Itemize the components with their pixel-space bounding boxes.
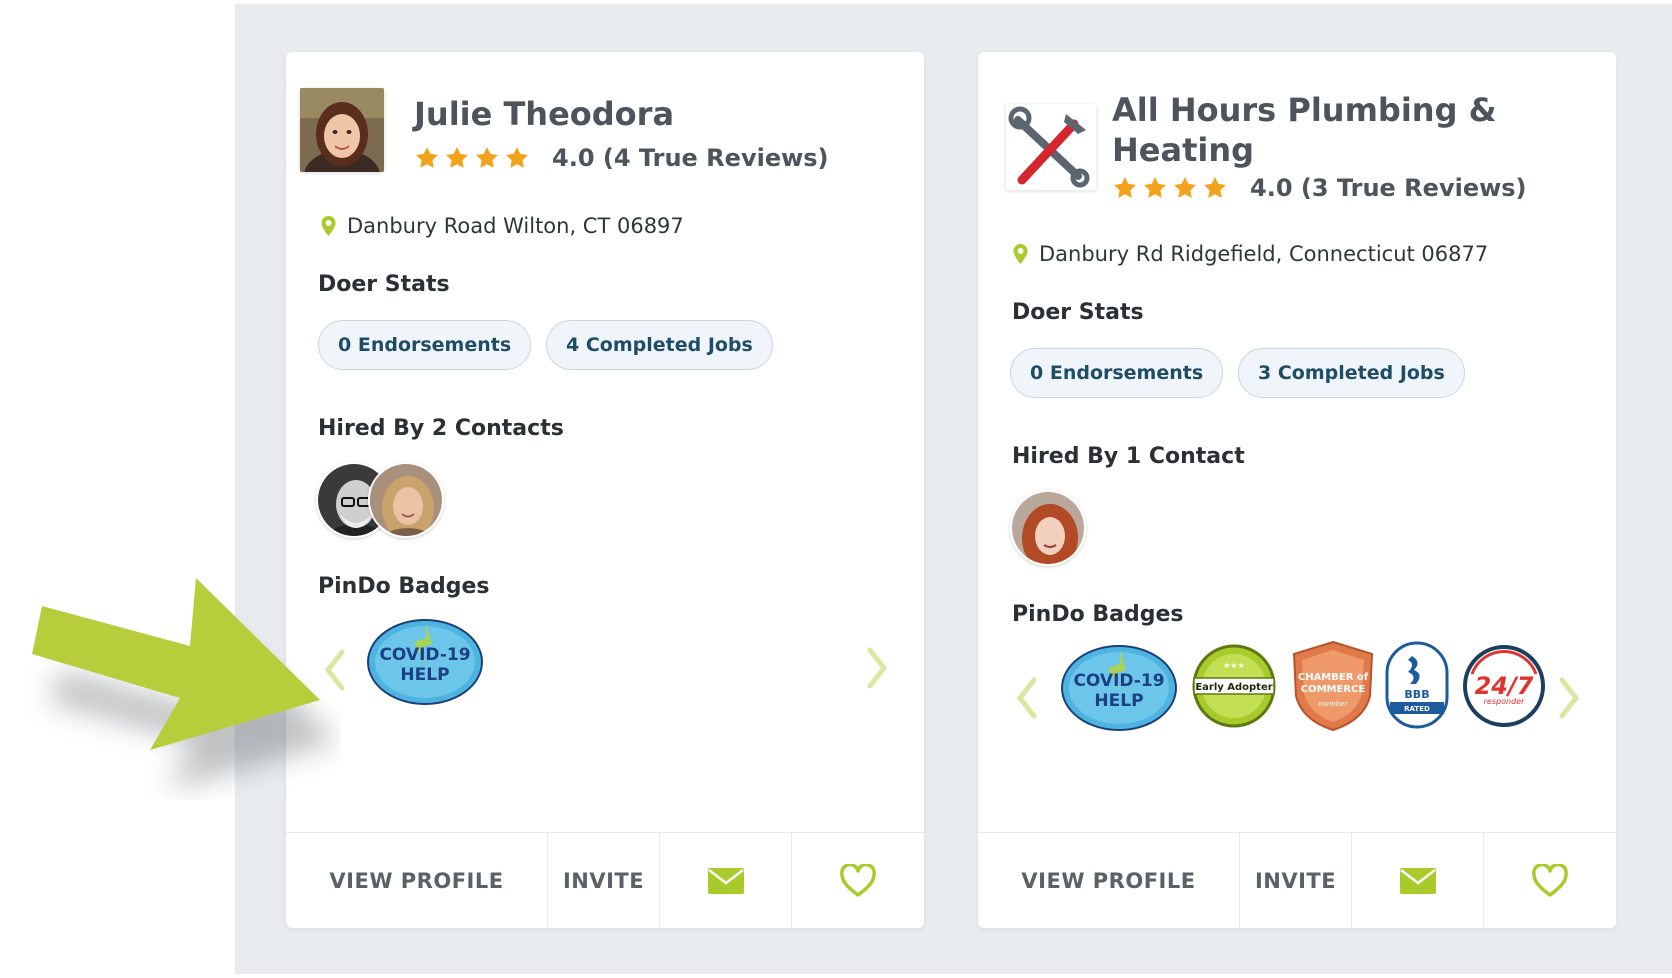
favorite-button[interactable] [1484, 833, 1616, 928]
invite-button[interactable]: INVITE [548, 833, 660, 928]
person-photo-icon [300, 88, 384, 172]
chevron-left-icon[interactable] [1014, 676, 1040, 720]
chevron-right-icon[interactable] [1556, 676, 1582, 720]
svg-text:BBB: BBB [1404, 688, 1429, 701]
envelope-icon [1399, 867, 1436, 894]
svg-text:★★★: ★★★ [1223, 661, 1245, 670]
doer-name-line2[interactable]: Heating [1112, 130, 1254, 170]
view-profile-button[interactable]: VIEW PROFILE [286, 833, 548, 928]
svg-text:COVID-19: COVID-19 [379, 645, 470, 665]
heart-icon [840, 863, 876, 897]
star-rating [414, 145, 530, 171]
endorsements-pill[interactable]: 0 Endorsements [1010, 348, 1224, 398]
heart-icon [1532, 863, 1568, 897]
rating-text[interactable]: 4.0 (3 True Reviews) [1250, 174, 1527, 202]
contact-avatar[interactable] [1010, 490, 1086, 566]
badges-title: PinDo Badges [318, 574, 490, 599]
view-profile-button[interactable]: VIEW PROFILE [978, 833, 1240, 928]
hired-by-title: Hired By 1 Contact [1012, 444, 1245, 469]
svg-text:COMMERCE: COMMERCE [1301, 684, 1366, 695]
rating-text[interactable]: 4.0 (4 True Reviews) [552, 144, 829, 172]
doer-card-all-hours: All Hours Plumbing & Heating 4.0 (3 True… [978, 52, 1616, 928]
doer-avatar[interactable] [300, 88, 384, 172]
svg-text:Early Adopter: Early Adopter [1195, 682, 1272, 693]
star-icon [416, 146, 438, 168]
message-button[interactable] [660, 833, 792, 928]
person-photo-icon [370, 464, 442, 536]
location-text: Danbury Road Wilton, CT 06897 [347, 214, 684, 238]
endorsements-pill[interactable]: 0 Endorsements [318, 320, 532, 370]
star-icon [1114, 176, 1136, 198]
svg-text:HELP: HELP [1094, 691, 1143, 711]
svg-text:responder: responder [1484, 697, 1525, 706]
map-pin-icon [1013, 244, 1028, 264]
map-pin-icon [321, 216, 336, 236]
chamber-of-commerce-badge-icon[interactable]: CHAMBER of COMMERCE member [1290, 640, 1376, 732]
doer-name-line1[interactable]: All Hours Plumbing & [1112, 90, 1497, 130]
star-icon [506, 146, 528, 168]
svg-text:CHAMBER of: CHAMBER of [1298, 672, 1369, 683]
location: Danbury Road Wilton, CT 06897 [320, 214, 684, 238]
envelope-icon [707, 867, 744, 894]
favorite-button[interactable] [792, 833, 924, 928]
message-button[interactable] [1352, 833, 1484, 928]
hired-by-title: Hired By 2 Contacts [318, 416, 564, 441]
wrench-logo-icon [1006, 104, 1096, 190]
badges-title: PinDo Badges [1012, 602, 1184, 627]
screenshot-stage: Julie Theodora 4.0 (4 True Reviews) Danb… [0, 0, 1672, 978]
svg-text:COVID-19: COVID-19 [1073, 671, 1164, 691]
card-footer: VIEW PROFILE INVITE [978, 832, 1616, 928]
rating-row: 4.0 (3 True Reviews) [1112, 174, 1527, 202]
annotation-arrow-icon [32, 578, 338, 790]
svg-text:HELP: HELP [400, 665, 449, 685]
covid-19-help-badge-icon[interactable]: COVID-19 HELP [1060, 644, 1178, 732]
rating-row: 4.0 (4 True Reviews) [414, 144, 829, 172]
contact-avatar[interactable] [368, 462, 444, 538]
svg-text:24/7: 24/7 [1475, 672, 1534, 700]
location-text: Danbury Rd Ridgefield, Connecticut 06877 [1039, 242, 1489, 266]
completed-jobs-pill[interactable]: 3 Completed Jobs [1238, 348, 1465, 398]
business-logo[interactable] [1006, 104, 1096, 190]
star-rating [1112, 175, 1228, 201]
24-7-responder-badge-icon[interactable]: 24/7 responder [1462, 644, 1546, 728]
bbb-rated-badge-icon[interactable]: BBB RATED [1384, 640, 1450, 730]
covid-19-help-badge-icon[interactable]: COVID-19 HELP [366, 618, 484, 706]
doer-name[interactable]: Julie Theodora [414, 94, 674, 134]
star-icon [446, 146, 468, 168]
person-photo-icon [1012, 492, 1084, 564]
svg-text:RATED: RATED [1404, 705, 1430, 713]
chevron-right-icon[interactable] [864, 646, 890, 690]
invite-button[interactable]: INVITE [1240, 833, 1352, 928]
doer-card-julie: Julie Theodora 4.0 (4 True Reviews) Danb… [286, 52, 924, 928]
card-footer: VIEW PROFILE INVITE [286, 832, 924, 928]
star-icon [1144, 176, 1166, 198]
early-adopter-badge-icon[interactable]: Early Adopter ★★★ [1192, 644, 1276, 728]
svg-text:member: member [1318, 700, 1348, 708]
doer-stats-title: Doer Stats [1012, 300, 1144, 325]
location: Danbury Rd Ridgefield, Connecticut 06877 [1012, 242, 1488, 266]
completed-jobs-pill[interactable]: 4 Completed Jobs [546, 320, 773, 370]
star-icon [1174, 176, 1196, 198]
doer-stats-title: Doer Stats [318, 272, 450, 297]
star-icon [1204, 176, 1226, 198]
star-icon [476, 146, 498, 168]
